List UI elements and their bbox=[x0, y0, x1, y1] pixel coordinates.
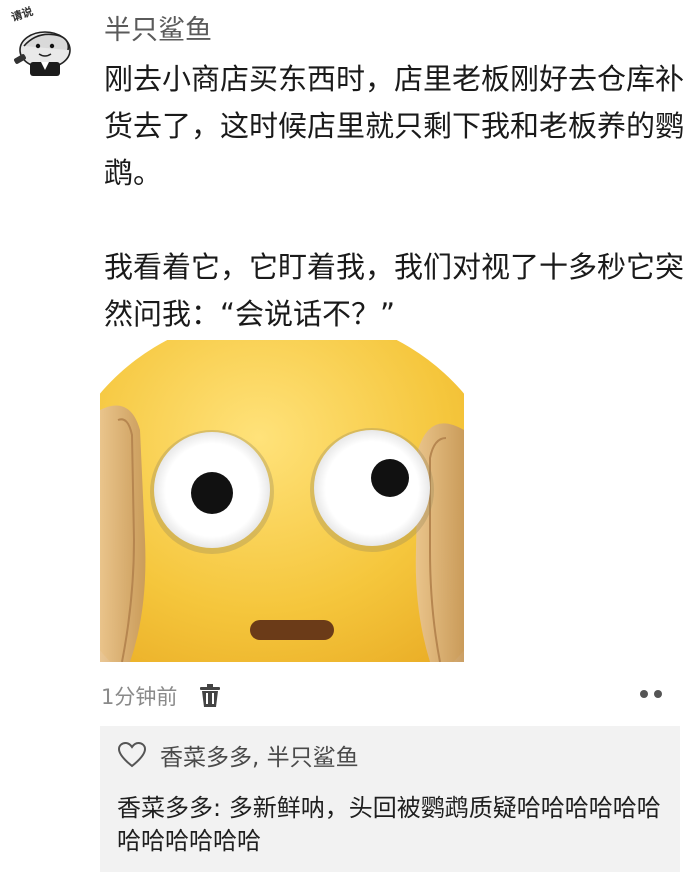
post-image[interactable] bbox=[100, 340, 464, 662]
post-meta: 1分钟前 bbox=[101, 680, 221, 712]
comment-author[interactable]: 香菜多多 bbox=[117, 794, 213, 822]
author-name[interactable]: 半只鲨鱼 bbox=[104, 8, 212, 47]
surprised-face-emoji-icon bbox=[100, 340, 464, 662]
post-paragraph-1: 刚去小商店买东西时，店里老板刚好去仓库补货去了，这时候店里就只剩下我和老板养的鹦… bbox=[104, 62, 685, 190]
avatar[interactable]: 请说 bbox=[8, 5, 82, 80]
post-body: 刚去小商店买东西时，店里老板刚好去仓库补货去了，这时候店里就只剩下我和老板养的鹦… bbox=[104, 56, 684, 338]
trash-icon[interactable] bbox=[199, 684, 221, 708]
comment-item: 香菜多多: 多新鲜呐，头回被鹦鹉质疑哈哈哈哈哈哈哈哈哈哈哈哈 bbox=[117, 792, 667, 858]
more-options-icon[interactable] bbox=[636, 686, 666, 702]
likes-names[interactable]: 香菜多多, 半只鲨鱼 bbox=[160, 738, 359, 772]
post-timestamp: 1分钟前 bbox=[101, 685, 178, 709]
comment-separator: : bbox=[213, 794, 229, 822]
post-paragraph-2: 我看着它，它盯着我，我们对视了十多秒它突然问我：“会说话不？” bbox=[104, 250, 685, 331]
likes-row: 香菜多多, 半只鲨鱼 bbox=[118, 738, 359, 772]
heart-icon[interactable] bbox=[118, 742, 146, 768]
comment-section: 香菜多多, 半只鲨鱼 香菜多多: 多新鲜呐，头回被鹦鹉质疑哈哈哈哈哈哈哈哈哈哈哈… bbox=[100, 726, 680, 872]
